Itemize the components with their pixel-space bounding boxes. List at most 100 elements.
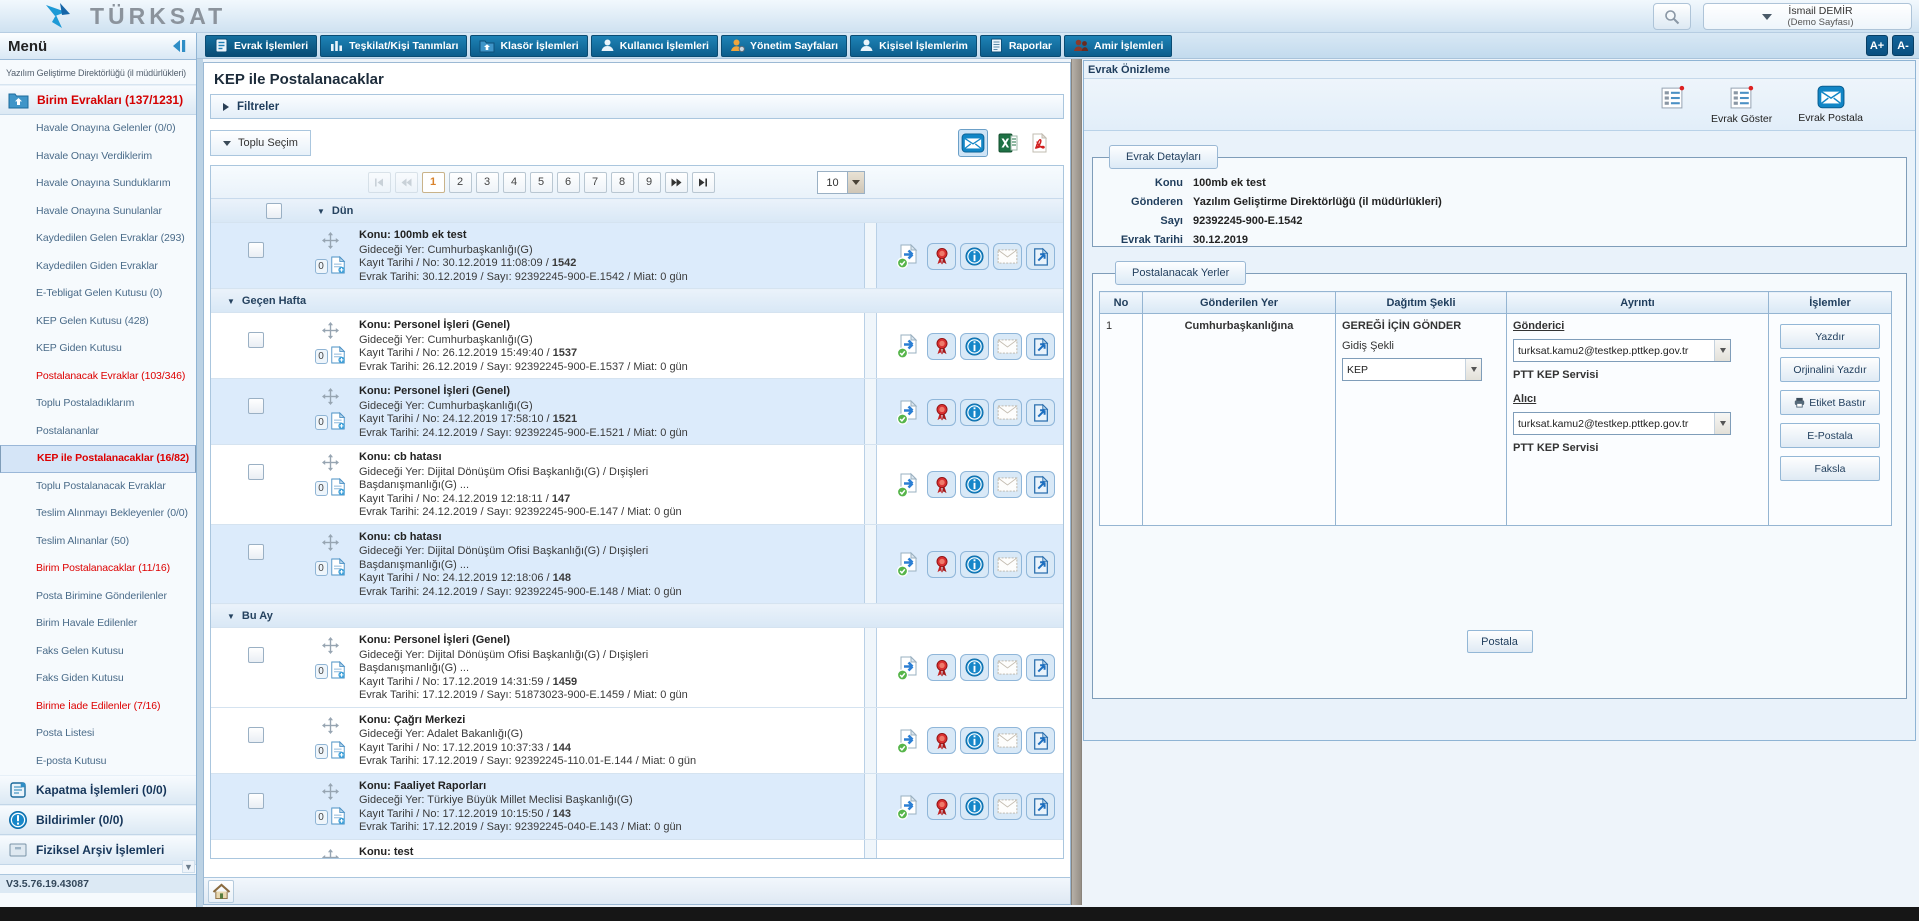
info-icon[interactable] <box>960 243 989 270</box>
group-checkbox[interactable] <box>266 203 282 219</box>
row-checkbox[interactable] <box>248 398 264 414</box>
page-number-button[interactable]: 6 <box>557 172 580 193</box>
document-row[interactable]: 0 Konu: Personel İşleri (Genel) Gideceği… <box>211 313 1063 378</box>
row-checkbox[interactable] <box>248 332 264 348</box>
move-icon[interactable] <box>322 717 339 737</box>
sidebar-item[interactable]: Havale Onayı Verdiklerim <box>0 143 196 171</box>
page-number-button[interactable]: 4 <box>503 172 526 193</box>
postala-button[interactable]: Postala <box>1467 630 1533 653</box>
font-decrease-button[interactable]: A- <box>1892 35 1914 56</box>
tab-kullanici-islemleri[interactable]: Kullanıcı İşlemleri <box>591 35 718 57</box>
open-document-icon[interactable] <box>1026 399 1055 426</box>
document-row[interactable]: 0 Konu: Personel İşleri (Genel) Gideceği… <box>211 628 1063 707</box>
sidebar-item[interactable]: Birim Postalanacaklar (11/16) <box>0 555 196 583</box>
info-icon[interactable] <box>960 333 989 360</box>
page-number-button[interactable]: 9 <box>638 172 661 193</box>
document-add-icon[interactable] <box>330 478 346 499</box>
destination-action-button[interactable]: Faksla <box>1780 456 1880 481</box>
first-page-button[interactable] <box>368 172 391 193</box>
user-menu[interactable]: İsmail DEMİR (Demo Sayfası) <box>1703 3 1912 30</box>
group-header[interactable]: ▼ Bu Ay <box>211 604 1063 627</box>
list-scrollbar[interactable] <box>864 628 877 707</box>
page-size-select[interactable]: 10 <box>817 171 865 194</box>
page-number-button[interactable]: 2 <box>449 172 472 193</box>
envelope-icon[interactable] <box>993 399 1022 426</box>
kep-post-icon[interactable] <box>958 129 988 157</box>
filters-toggle[interactable]: Filtreler <box>210 94 1064 119</box>
sidebar-item[interactable]: Teslim Alınanlar (50) <box>0 528 196 556</box>
group-header[interactable]: ▼ Dün <box>211 199 1063 222</box>
page-number-button[interactable]: 5 <box>530 172 553 193</box>
document-add-icon[interactable] <box>330 807 346 828</box>
send-document-icon[interactable] <box>895 859 923 860</box>
gidis-sekli-select[interactable]: KEP <box>1342 358 1482 381</box>
search-button[interactable] <box>1653 3 1691 30</box>
list-view-button[interactable] <box>1660 85 1685 113</box>
group-header[interactable]: ▼ Geçen Hafta <box>211 289 1063 312</box>
prev-page-button[interactable] <box>395 172 418 193</box>
document-add-icon[interactable] <box>330 412 346 433</box>
envelope-icon[interactable] <box>993 471 1022 498</box>
sidebar-item[interactable]: Faks Gelen Kutusu <box>0 638 196 666</box>
document-add-icon[interactable] <box>330 346 346 367</box>
signature-ribbon-icon[interactable] <box>927 551 956 578</box>
sidebar-item[interactable]: Teslim Alınmayı Bekleyenler (0/0) <box>0 500 196 528</box>
tab-evrak-islemleri[interactable]: Evrak İşlemleri <box>205 35 317 57</box>
bulk-select-button[interactable]: Toplu Seçim <box>210 130 311 156</box>
send-document-icon[interactable] <box>895 727 923 755</box>
sidebar-item[interactable]: KEP ile Postalanacaklar (16/82) <box>0 445 196 473</box>
envelope-icon[interactable] <box>993 793 1022 820</box>
document-add-icon[interactable] <box>330 558 346 579</box>
envelope-icon[interactable] <box>993 333 1022 360</box>
tab-klasor-islemleri[interactable]: Klasör İşlemleri <box>470 35 587 57</box>
info-icon[interactable] <box>960 793 989 820</box>
move-icon[interactable] <box>322 637 339 657</box>
open-document-icon[interactable] <box>1026 471 1055 498</box>
destination-action-button[interactable]: E-Postala <box>1780 423 1880 448</box>
send-document-icon[interactable] <box>895 242 923 270</box>
sidebar-section-kapatma-islemleri[interactable]: Kapatma İşlemleri (0/0) <box>0 775 196 805</box>
destination-action-button[interactable]: Yazdır <box>1780 324 1880 349</box>
pdf-export-icon[interactable] <box>1028 132 1050 154</box>
move-icon[interactable] <box>322 322 339 342</box>
sidebar-item[interactable]: Havale Onayına Sunulanlar <box>0 198 196 226</box>
destination-action-button[interactable]: Etiket Bastır <box>1780 390 1880 415</box>
tab-teskilat-kisi-tanimlari[interactable]: Teşkilat/Kişi Tanımları <box>320 35 467 57</box>
sidebar-section-fiziksel-arsiv[interactable]: Fiziksel Arşiv İşlemleri <box>0 835 196 865</box>
sidebar-item[interactable]: E-Tebligat Gelen Kutusu (0) <box>0 280 196 308</box>
document-row[interactable]: 0 Konu: cb hatası Gideceği Yer: Dijital … <box>211 445 1063 524</box>
list-scrollbar[interactable] <box>864 223 877 288</box>
document-add-icon[interactable] <box>330 741 346 762</box>
sidebar-item[interactable]: E-posta Kutusu <box>0 748 196 776</box>
home-button[interactable] <box>208 880 234 903</box>
sidebar-item[interactable]: Postalananlar <box>0 418 196 446</box>
row-checkbox[interactable] <box>248 859 264 860</box>
open-document-icon[interactable] <box>1026 727 1055 754</box>
row-checkbox[interactable] <box>248 647 264 663</box>
document-row[interactable]: 0 Konu: test Gideceği Yer: Fırat Kalkınm… <box>211 840 1063 860</box>
tab-amir-islemleri[interactable]: Amir İşlemleri <box>1064 35 1172 57</box>
sidebar-item[interactable]: Birime İade Edilenler (7/16) <box>0 693 196 721</box>
row-checkbox[interactable] <box>248 464 264 480</box>
sidebar-section-birim-evraklari[interactable]: Birim Evrakları (137/1231) <box>0 85 196 115</box>
move-icon[interactable] <box>322 783 339 803</box>
open-document-icon[interactable] <box>1026 551 1055 578</box>
list-scrollbar[interactable] <box>864 445 877 524</box>
last-page-button[interactable] <box>692 172 715 193</box>
signature-ribbon-icon[interactable] <box>927 793 956 820</box>
page-number-button[interactable]: 3 <box>476 172 499 193</box>
info-icon[interactable] <box>960 551 989 578</box>
move-icon[interactable] <box>322 454 339 474</box>
info-icon[interactable] <box>960 399 989 426</box>
tab-yonetim-sayfalari[interactable]: Yönetim Sayfaları <box>721 35 847 57</box>
envelope-icon[interactable] <box>993 551 1022 578</box>
recipient-kep-select[interactable]: turksat.kamu2@testkep.pttkep.gov.tr <box>1513 412 1731 435</box>
signature-ribbon-icon[interactable] <box>927 471 956 498</box>
send-document-icon[interactable] <box>895 654 923 682</box>
panel-splitter[interactable] <box>1071 59 1082 905</box>
excel-export-icon[interactable] <box>997 132 1019 154</box>
post-document-button[interactable]: Evrak Postala <box>1798 85 1863 124</box>
document-add-icon[interactable] <box>330 256 346 277</box>
signature-ribbon-icon[interactable] <box>927 654 956 681</box>
sidebar-item[interactable]: Posta Listesi <box>0 720 196 748</box>
